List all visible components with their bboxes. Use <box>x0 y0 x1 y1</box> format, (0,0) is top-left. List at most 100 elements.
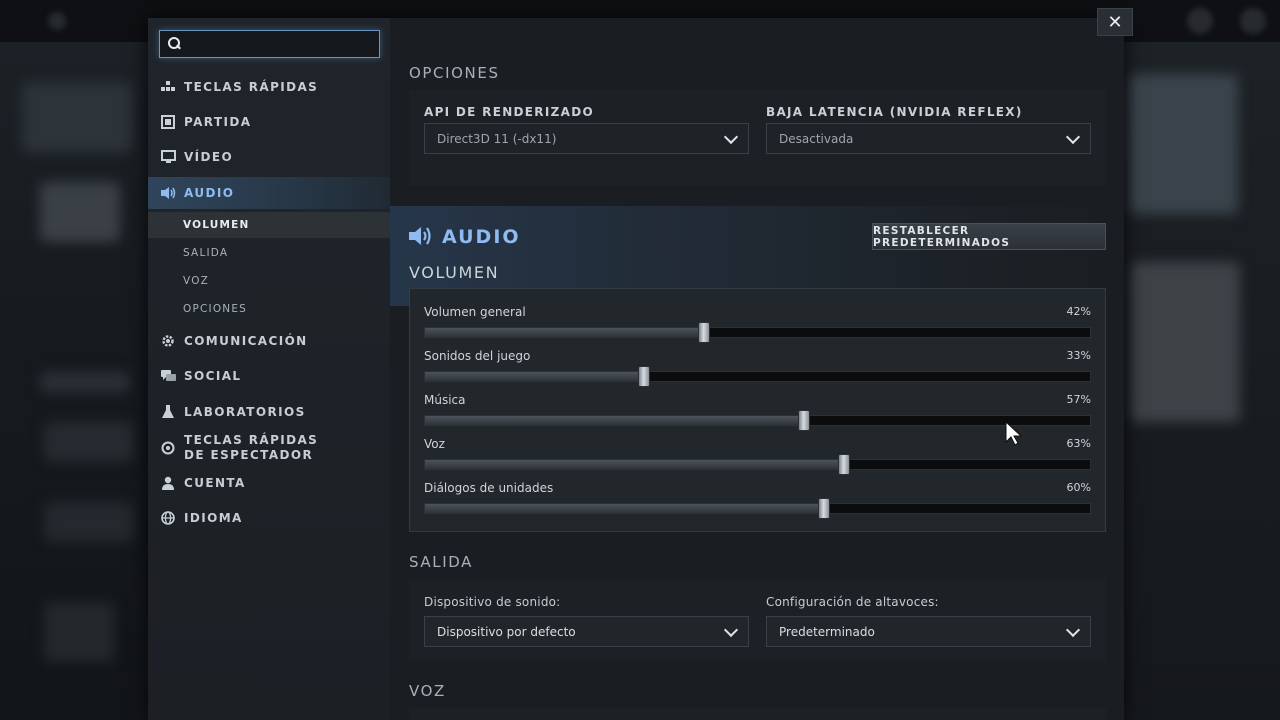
sidebar-item-language[interactable]: IDIOMA <box>148 502 390 534</box>
slider-label: Diálogos de unidades <box>424 481 554 495</box>
slider-handle[interactable] <box>818 498 830 519</box>
sidebar-item-game[interactable]: PARTIDA <box>148 106 390 138</box>
slider-track[interactable] <box>424 366 1091 387</box>
slider-music: Música 57% <box>424 393 1091 433</box>
speaker-icon <box>160 185 176 201</box>
slider-fill <box>425 504 824 513</box>
audio-title: AUDIO <box>442 226 521 248</box>
slider-percent: 42% <box>1066 305 1091 318</box>
hotkeys-icon <box>160 79 176 95</box>
sidebar-item-social[interactable]: SOCIAL <box>148 360 390 392</box>
sidebar-item-label: IDIOMA <box>184 511 243 525</box>
slider-track[interactable] <box>424 322 1091 343</box>
speaker-config-dropdown[interactable]: Predeterminado <box>766 616 1091 647</box>
output-section-title: SALIDA <box>409 553 473 571</box>
slider-percent: 60% <box>1066 481 1091 494</box>
slider-track[interactable] <box>424 410 1091 431</box>
search-field[interactable] <box>159 30 380 58</box>
slider-handle[interactable] <box>798 410 811 431</box>
chevron-down-icon <box>1065 129 1081 145</box>
sidebar-subitem-volume[interactable]: VOLUMEN <box>148 212 390 238</box>
close-icon: ✕ <box>1107 11 1123 33</box>
render-api-dropdown[interactable]: Direct3D 11 (-dx11) <box>424 123 749 154</box>
voice-section-title: VOZ <box>409 682 446 700</box>
sidebar-item-label: AUDIO <box>184 186 235 200</box>
sidebar-subitem-label: OPCIONES <box>183 303 248 315</box>
slider-master-volume: Volumen general 42% <box>424 305 1091 345</box>
slider-unit-dialogue: Diálogos de unidades 60% <box>424 481 1091 521</box>
search-input[interactable] <box>186 36 376 52</box>
gear-icon <box>160 333 176 349</box>
slider-label: Sonidos del juego <box>424 349 531 363</box>
options-section-title: OPCIONES <box>409 64 500 82</box>
chat-icon <box>160 368 176 384</box>
slider-handle[interactable] <box>698 322 711 343</box>
sidebar-item-video[interactable]: VÍDEO <box>148 141 390 173</box>
slider-percent: 63% <box>1066 437 1091 450</box>
sidebar-item-label: LABORATORIOS <box>184 405 306 419</box>
chevron-down-icon <box>723 129 739 145</box>
sidebar-subitem-label: VOZ <box>183 275 210 287</box>
low-latency-dropdown[interactable]: Desactivada <box>766 123 1091 154</box>
slider-fill <box>425 328 705 337</box>
close-button[interactable]: ✕ <box>1097 8 1133 36</box>
settings-content: OPCIONES API DE RENDERIZADO Direct3D 11 … <box>390 18 1124 720</box>
sidebar-subitem-options[interactable]: OPCIONES <box>148 296 390 322</box>
sidebar-item-spectator-hotkeys[interactable]: TECLAS RÁPIDAS DE ESPECTADOR <box>148 430 390 466</box>
settings-panel: TECLAS RÁPIDAS PARTIDA VÍDEO AUDIO VOLUM… <box>148 18 1124 720</box>
sidebar-subitem-label: VOLUMEN <box>183 219 250 231</box>
sidebar-subitem-label: SALIDA <box>183 247 229 259</box>
mouse-cursor-icon <box>1005 421 1023 446</box>
sound-device-dropdown[interactable]: Dispositivo por defecto <box>424 616 749 647</box>
speaker-config-value: Predeterminado <box>779 624 875 639</box>
reset-defaults-button[interactable]: RESTABLECER PREDETERMINADOS <box>872 223 1106 250</box>
chevron-down-icon <box>1065 622 1081 638</box>
sidebar-item-label: CUENTA <box>184 476 246 490</box>
spectator-icon <box>160 440 176 456</box>
slider-handle[interactable] <box>837 454 850 475</box>
slider-fill <box>425 460 844 469</box>
slider-track[interactable] <box>424 498 1091 519</box>
volume-box: Volumen general 42% Sonidos del juego 33… <box>409 288 1106 532</box>
slider-track[interactable] <box>424 454 1091 475</box>
audio-speaker-icon <box>409 227 431 245</box>
slider-label: Volumen general <box>424 305 526 319</box>
chevron-down-icon <box>723 622 739 638</box>
slider-percent: 33% <box>1066 349 1091 362</box>
background-right-blur <box>1124 42 1280 720</box>
sidebar-item-hotkeys[interactable]: TECLAS RÁPIDAS <box>148 71 390 103</box>
background-left-blur <box>0 42 148 720</box>
monitor-icon <box>160 149 176 165</box>
render-api-label: API DE RENDERIZADO <box>424 105 594 119</box>
slider-label: Música <box>424 393 466 407</box>
sidebar-item-label: PARTIDA <box>184 115 252 129</box>
sidebar-item-labs[interactable]: LABORATORIOS <box>148 396 390 428</box>
sound-device-value: Dispositivo por defecto <box>437 624 576 639</box>
speaker-config-label: Configuración de altavoces: <box>766 595 939 609</box>
sound-device-label: Dispositivo de sonido: <box>424 595 561 609</box>
slider-fill <box>425 372 645 381</box>
sidebar-item-label: SOCIAL <box>184 369 242 383</box>
globe-icon <box>160 510 176 526</box>
sidebar-item-audio[interactable]: AUDIO <box>148 177 390 209</box>
sidebar-item-label: COMUNICACIÓN <box>184 334 308 348</box>
sidebar-item-account[interactable]: CUENTA <box>148 467 390 499</box>
volume-section-title: VOLUMEN <box>409 263 500 282</box>
sidebar-item-communication[interactable]: COMUNICACIÓN <box>148 325 390 357</box>
slider-percent: 57% <box>1066 393 1091 406</box>
sidebar-subitem-voice[interactable]: VOZ <box>148 268 390 294</box>
slider-label: Voz <box>424 437 445 451</box>
flask-icon <box>160 404 176 420</box>
slider-fill <box>425 416 805 425</box>
slider-voice: Voz 63% <box>424 437 1091 477</box>
sidebar-item-label: TECLAS RÁPIDAS DE ESPECTADOR <box>184 433 319 462</box>
low-latency-label: BAJA LATENCIA (NVIDIA REFLEX) <box>766 105 1023 119</box>
settings-sidebar: TECLAS RÁPIDAS PARTIDA VÍDEO AUDIO VOLUM… <box>148 18 390 720</box>
sidebar-item-label: VÍDEO <box>184 150 234 164</box>
sidebar-item-label: TECLAS RÁPIDAS <box>184 80 319 94</box>
voice-box <box>409 708 1106 720</box>
slider-handle[interactable] <box>638 366 651 387</box>
sidebar-subitem-output[interactable]: SALIDA <box>148 240 390 266</box>
low-latency-value: Desactivada <box>779 131 854 146</box>
user-icon <box>160 475 176 491</box>
